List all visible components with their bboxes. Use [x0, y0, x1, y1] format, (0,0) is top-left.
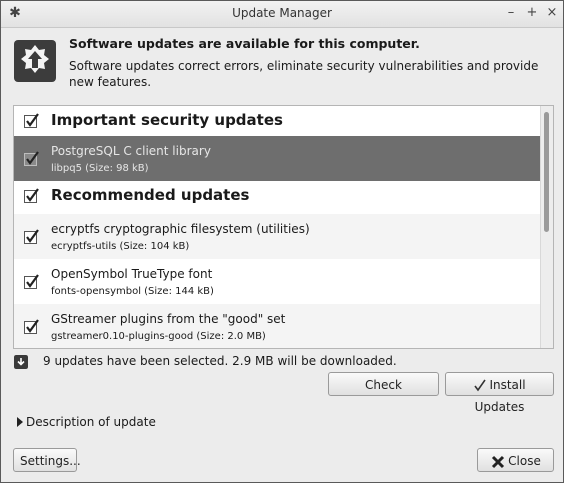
package-detail: ecryptfs-utils (Size: 104 kB)	[51, 241, 190, 252]
close-button[interactable]: Close	[477, 448, 554, 472]
updates-list[interactable]: Important security updates PostgreSQL C …	[13, 105, 554, 349]
window-title: Update Manager	[232, 6, 332, 20]
update-icon	[14, 40, 56, 82]
close-icon	[492, 455, 505, 468]
package-name: PostgreSQL C client library	[51, 144, 211, 158]
update-item-row[interactable]: GStreamer plugins from the "good" set gs…	[14, 304, 542, 348]
package-detail: fonts-opensymbol (Size: 144 kB)	[51, 286, 214, 297]
expander-arrow-icon	[17, 417, 23, 427]
group-row-security[interactable]: Important security updates	[14, 106, 542, 136]
settings-button[interactable]: Settings...	[13, 448, 81, 472]
item-checkbox[interactable]	[24, 319, 39, 334]
checkmark-icon	[474, 379, 487, 391]
item-checkbox[interactable]	[24, 151, 39, 166]
item-checkbox[interactable]	[24, 229, 39, 244]
minimize-icon[interactable]: –	[504, 5, 518, 21]
group-checkbox[interactable]	[24, 188, 39, 203]
scrollbar-thumb[interactable]	[544, 112, 549, 232]
close-label: Close	[508, 454, 541, 468]
title-bar: ✱ Update Manager – + ×	[1, 1, 563, 28]
header-title: Software updates are available for this …	[69, 36, 420, 51]
status-text: 9 updates have been selected. 2.9 MB wil…	[43, 354, 397, 368]
close-window-icon[interactable]: ×	[545, 5, 559, 21]
group-label: Important security updates	[51, 111, 283, 129]
item-checkbox[interactable]	[24, 274, 39, 289]
package-detail: gstreamer0.10-plugins-good (Size: 2.0 MB…	[51, 331, 266, 342]
group-row-recommended[interactable]: Recommended updates	[14, 181, 542, 211]
update-item-row[interactable]: ecryptfs cryptographic filesystem (utili…	[14, 214, 542, 259]
package-name: ecryptfs cryptographic filesystem (utili…	[51, 222, 310, 236]
update-item-row[interactable]: OpenSymbol TrueType font fonts-opensymbo…	[14, 259, 542, 304]
header-description: Software updates correct errors, elimina…	[69, 59, 539, 89]
package-detail: libpq5 (Size: 98 kB)	[51, 163, 149, 174]
check-button[interactable]: Check	[328, 372, 439, 396]
group-checkbox[interactable]	[24, 113, 39, 128]
install-updates-button[interactable]: Install Updates	[445, 372, 554, 414]
package-name: OpenSymbol TrueType font	[51, 267, 213, 281]
package-name: GStreamer plugins from the "good" set	[51, 312, 286, 326]
maximize-icon[interactable]: +	[525, 5, 539, 21]
download-icon	[14, 355, 28, 369]
description-toggle-label: Description of update	[26, 415, 156, 429]
description-toggle[interactable]: Description of update	[17, 415, 156, 429]
update-manager-window: ✱ Update Manager – + × Software updates …	[0, 0, 564, 483]
group-label: Recommended updates	[51, 186, 250, 204]
list-scrollbar[interactable]	[540, 106, 553, 348]
update-item-row[interactable]: PostgreSQL C client library libpq5 (Size…	[14, 136, 542, 181]
